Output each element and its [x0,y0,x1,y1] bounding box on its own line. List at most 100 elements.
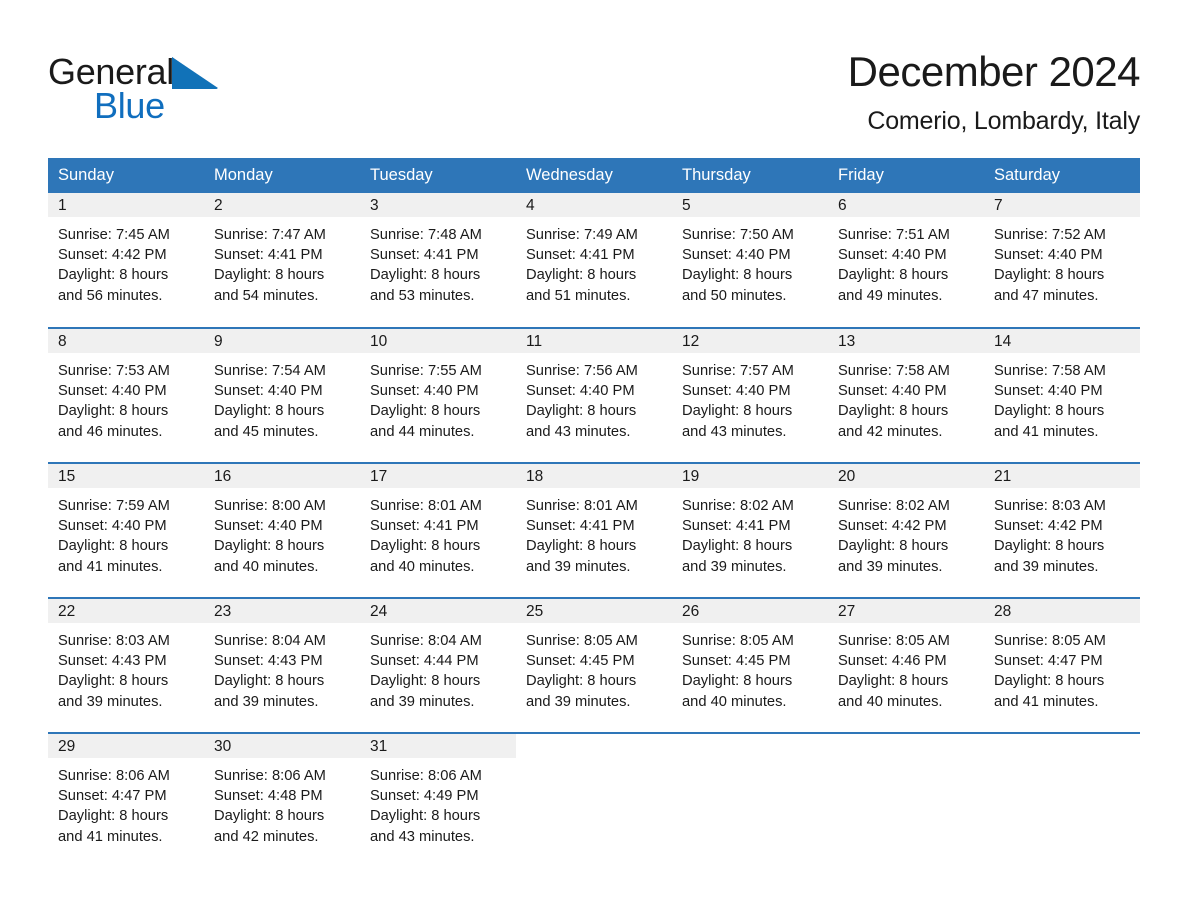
day-number: 15 [48,464,204,488]
daylight-duration-line1: Daylight: 8 hours [994,403,1105,420]
calendar-day-cell[interactable]: 9 Sunrise: 7:54 AM Sunset: 4:40 PM Daylight… [204,327,360,463]
calendar-day-cell[interactable]: 5 Sunrise: 7:50 AM Sunset: 4:40 PM Daylight… [672,193,828,328]
daylight-duration-line1: Daylight: 8 hours [526,538,637,555]
day-details: Sunrise: 8:01 AM Sunset: 4:41 PM Daylight:… [516,488,672,577]
day-details: Sunrise: 8:03 AM Sunset: 4:43 PM Daylight:… [48,623,204,712]
calendar-day-cell[interactable]: 18 Sunrise: 8:01 AM Sunset: 4:41 PM Dayligh… [516,462,672,598]
day-number: 25 [516,599,672,623]
day-details: Sunrise: 8:05 AM Sunset: 4:45 PM Daylight:… [672,623,828,712]
day-details: Sunrise: 7:58 AM Sunset: 4:40 PM Daylight:… [828,353,984,442]
day-number: 27 [828,599,984,623]
calendar-day-cell[interactable]: 13 Sunrise: 7:58 AM Sunset: 4:40 PM Dayligh… [828,327,984,463]
daylight-duration-line1: Daylight: 8 hours [214,403,325,420]
calendar-day-cell[interactable]: 26 Sunrise: 8:05 AM Sunset: 4:45 PM Dayligh… [672,597,828,733]
calendar-page: General Blue December 2024 Comerio, Lomb… [0,0,1188,918]
daylight-duration-line1: Daylight: 8 hours [58,403,169,420]
daylight-duration-line1: Daylight: 8 hours [838,267,949,284]
daylight-duration-line2: and 39 minutes. [682,558,787,575]
calendar-day-cell[interactable]: 23 Sunrise: 8:04 AM Sunset: 4:43 PM Dayligh… [204,597,360,733]
calendar-body: 1 Sunrise: 7:45 AM Sunset: 4:42 PM Daylight… [48,193,1140,868]
daylight-duration-line1: Daylight: 8 hours [58,808,169,825]
sunrise-time: Sunrise: 7:45 AM [58,227,170,243]
calendar-day-cell[interactable]: 6 Sunrise: 7:51 AM Sunset: 4:40 PM Daylight… [828,193,984,328]
calendar-day-cell-empty [672,732,828,868]
day-number: 26 [672,599,828,623]
calendar-day-cell[interactable]: 11 Sunrise: 7:56 AM Sunset: 4:40 PM Dayligh… [516,327,672,463]
sunset-time: Sunset: 4:41 PM [526,247,635,264]
day-details: Sunrise: 7:45 AM Sunset: 4:42 PM Daylight:… [48,217,204,306]
triangle-flag-icon [171,57,218,89]
day-number: 29 [48,734,204,758]
calendar-day-cell[interactable]: 2 Sunrise: 7:47 AM Sunset: 4:41 PM Daylight… [204,193,360,328]
calendar-day-cell[interactable]: 8 Sunrise: 7:53 AM Sunset: 4:40 PM Daylight… [48,327,204,463]
page-title: December 2024 [847,48,1141,95]
sunset-time: Sunset: 4:41 PM [370,247,479,264]
daylight-duration-line1: Daylight: 8 hours [994,267,1105,284]
calendar-week-row: 22 Sunrise: 8:03 AM Sunset: 4:43 PM Dayligh… [48,597,1140,733]
day-details: Sunrise: 8:02 AM Sunset: 4:42 PM Daylight:… [828,488,984,577]
day-details: Sunrise: 7:55 AM Sunset: 4:40 PM Daylight:… [360,353,516,442]
generalblue-logo[interactable]: General Blue [48,44,278,126]
calendar-day-cell[interactable]: 1 Sunrise: 7:45 AM Sunset: 4:42 PM Daylight… [48,193,204,328]
calendar-week-row: 8 Sunrise: 7:53 AM Sunset: 4:40 PM Daylight… [48,327,1140,463]
daylight-duration-line1: Daylight: 8 hours [526,403,637,420]
calendar-day-cell[interactable]: 31 Sunrise: 8:06 AM Sunset: 4:49 PM Dayligh… [360,732,516,868]
day-number [516,734,672,758]
calendar-day-cell-empty [984,732,1140,868]
calendar-day-cell[interactable]: 10 Sunrise: 7:55 AM Sunset: 4:40 PM Dayligh… [360,327,516,463]
calendar-container: Sunday Monday Tuesday Wednesday Thursday Frid… [48,158,1140,868]
daylight-duration-line2: and 53 minutes. [370,287,475,304]
calendar-day-cell[interactable]: 21 Sunrise: 8:03 AM Sunset: 4:42 PM Dayligh… [984,462,1140,598]
calendar-day-cell[interactable]: 22 Sunrise: 8:03 AM Sunset: 4:43 PM Dayligh… [48,597,204,733]
weekday-header: Sunday Monday Tuesday Wednesday Thursday Frid… [48,158,1140,193]
daylight-duration-line1: Daylight: 8 hours [370,538,481,555]
daylight-duration-line1: Daylight: 8 hours [370,673,481,690]
sunset-time: Sunset: 4:42 PM [994,518,1103,535]
calendar-day-cell[interactable]: 29 Sunrise: 8:06 AM Sunset: 4:47 PM Dayligh… [48,732,204,868]
sunset-time: Sunset: 4:40 PM [838,383,947,400]
calendar-day-cell[interactable]: 7 Sunrise: 7:52 AM Sunset: 4:40 PM Daylight… [984,193,1140,328]
day-number: 16 [204,464,360,488]
calendar-week-row: 29 Sunrise: 8:06 AM Sunset: 4:47 PM Dayligh… [48,732,1140,868]
calendar-day-cell[interactable]: 20 Sunrise: 8:02 AM Sunset: 4:42 PM Dayligh… [828,462,984,598]
calendar-day-cell[interactable]: 28 Sunrise: 8:05 AM Sunset: 4:47 PM Dayligh… [984,597,1140,733]
calendar-day-cell[interactable]: 30 Sunrise: 8:06 AM Sunset: 4:48 PM Dayligh… [204,732,360,868]
sunrise-time: Sunrise: 7:47 AM [214,227,326,243]
day-number: 8 [48,329,204,353]
sunrise-time: Sunrise: 8:05 AM [994,633,1106,649]
day-number: 30 [204,734,360,758]
calendar-day-cell[interactable]: 19 Sunrise: 8:02 AM Sunset: 4:41 PM Dayligh… [672,462,828,598]
day-details: Sunrise: 8:06 AM Sunset: 4:48 PM Daylight:… [204,758,360,847]
calendar-day-cell[interactable]: 12 Sunrise: 7:57 AM Sunset: 4:40 PM Dayligh… [672,327,828,463]
sunset-time: Sunset: 4:40 PM [58,383,167,400]
calendar-day-cell[interactable]: 14 Sunrise: 7:58 AM Sunset: 4:40 PM Dayligh… [984,327,1140,463]
daylight-duration-line1: Daylight: 8 hours [994,538,1105,555]
daylight-duration-line1: Daylight: 8 hours [370,267,481,284]
daylight-duration-line2: and 41 minutes. [994,693,1099,710]
calendar-day-cell[interactable]: 15 Sunrise: 7:59 AM Sunset: 4:40 PM Dayligh… [48,462,204,598]
daylight-duration-line2: and 39 minutes. [994,558,1099,575]
sunset-time: Sunset: 4:40 PM [838,247,947,264]
calendar-day-cell[interactable]: 25 Sunrise: 8:05 AM Sunset: 4:45 PM Dayligh… [516,597,672,733]
sunrise-time: Sunrise: 7:55 AM [370,363,482,379]
calendar-day-cell[interactable]: 3 Sunrise: 7:48 AM Sunset: 4:41 PM Daylight… [360,193,516,328]
calendar-day-cell[interactable]: 16 Sunrise: 8:00 AM Sunset: 4:40 PM Dayligh… [204,462,360,598]
day-details: Sunrise: 7:48 AM Sunset: 4:41 PM Daylight:… [360,217,516,306]
calendar-day-cell[interactable]: 27 Sunrise: 8:05 AM Sunset: 4:46 PM Dayligh… [828,597,984,733]
day-details: Sunrise: 8:05 AM Sunset: 4:46 PM Daylight:… [828,623,984,712]
calendar-day-cell[interactable]: 24 Sunrise: 8:04 AM Sunset: 4:44 PM Dayligh… [360,597,516,733]
daylight-duration-line2: and 39 minutes. [526,558,631,575]
daylight-duration-line1: Daylight: 8 hours [682,267,793,284]
calendar-day-cell[interactable]: 4 Sunrise: 7:49 AM Sunset: 4:41 PM Daylight… [516,193,672,328]
calendar-table: Sunday Monday Tuesday Wednesday Thursday Frid… [48,158,1140,868]
sunrise-time: Sunrise: 7:50 AM [682,227,794,243]
daylight-duration-line2: and 44 minutes. [370,423,475,440]
daylight-duration-line2: and 43 minutes. [682,423,787,440]
daylight-duration-line2: and 40 minutes. [682,693,787,710]
day-details: Sunrise: 7:53 AM Sunset: 4:40 PM Daylight:… [48,353,204,442]
calendar-day-cell[interactable]: 17 Sunrise: 8:01 AM Sunset: 4:41 PM Dayligh… [360,462,516,598]
sunrise-time: Sunrise: 8:05 AM [526,633,638,649]
sunrise-time: Sunrise: 7:57 AM [682,363,794,379]
day-number: 4 [516,193,672,217]
daylight-duration-line2: and 39 minutes. [214,693,319,710]
